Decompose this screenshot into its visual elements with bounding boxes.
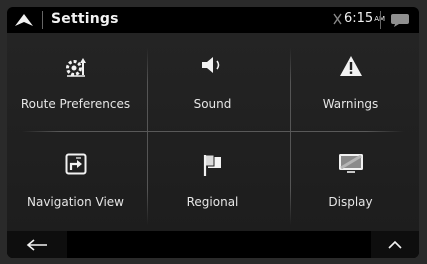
row-divider	[22, 131, 404, 132]
speaker-icon	[201, 57, 219, 73]
scroll-up-button[interactable]	[371, 231, 419, 258]
clock-time: 6:15	[344, 11, 374, 26]
warning-icon	[339, 56, 362, 76]
clock: 6:15AM	[344, 11, 385, 26]
home-button[interactable]	[7, 7, 41, 33]
title-separator	[42, 11, 43, 29]
column-divider	[147, 47, 148, 225]
settings-menu: Route Preferences Sound Warnings Navigat…	[7, 33, 419, 231]
display-label: Display	[328, 195, 373, 209]
route-preferences-button[interactable]: Route Preferences	[7, 33, 144, 131]
navigation-arrow-icon	[15, 14, 33, 26]
chevron-up-icon	[388, 240, 402, 249]
back-button[interactable]	[7, 231, 67, 258]
sound-button[interactable]: Sound	[144, 33, 281, 131]
no-gps-signal-icon	[333, 13, 342, 25]
display-icon	[338, 154, 363, 173]
sound-label: Sound	[193, 97, 232, 111]
route-preferences-label: Route Preferences	[20, 97, 131, 111]
back-arrow-icon	[26, 238, 47, 251]
status-separator	[380, 11, 381, 29]
page-title: Settings	[51, 11, 119, 27]
flag-icon	[203, 154, 221, 176]
display-button[interactable]: Display	[282, 131, 419, 229]
navigation-view-label: Navigation View	[26, 195, 124, 209]
route-preferences-icon	[65, 58, 86, 77]
message-bubble-icon[interactable]	[390, 13, 410, 28]
regional-button[interactable]: Regional	[144, 131, 281, 229]
column-divider	[290, 47, 291, 225]
app-window: Settings 6:15AM Route Preferences	[7, 7, 419, 258]
bottom-bar	[7, 231, 419, 258]
warnings-label: Warnings	[322, 97, 379, 111]
regional-label: Regional	[186, 195, 239, 209]
warnings-button[interactable]: Warnings	[282, 33, 419, 131]
navigation-view-button[interactable]: Navigation View	[7, 131, 144, 229]
title-bar: Settings 6:15AM	[7, 7, 419, 33]
navigation-view-icon	[65, 153, 86, 175]
